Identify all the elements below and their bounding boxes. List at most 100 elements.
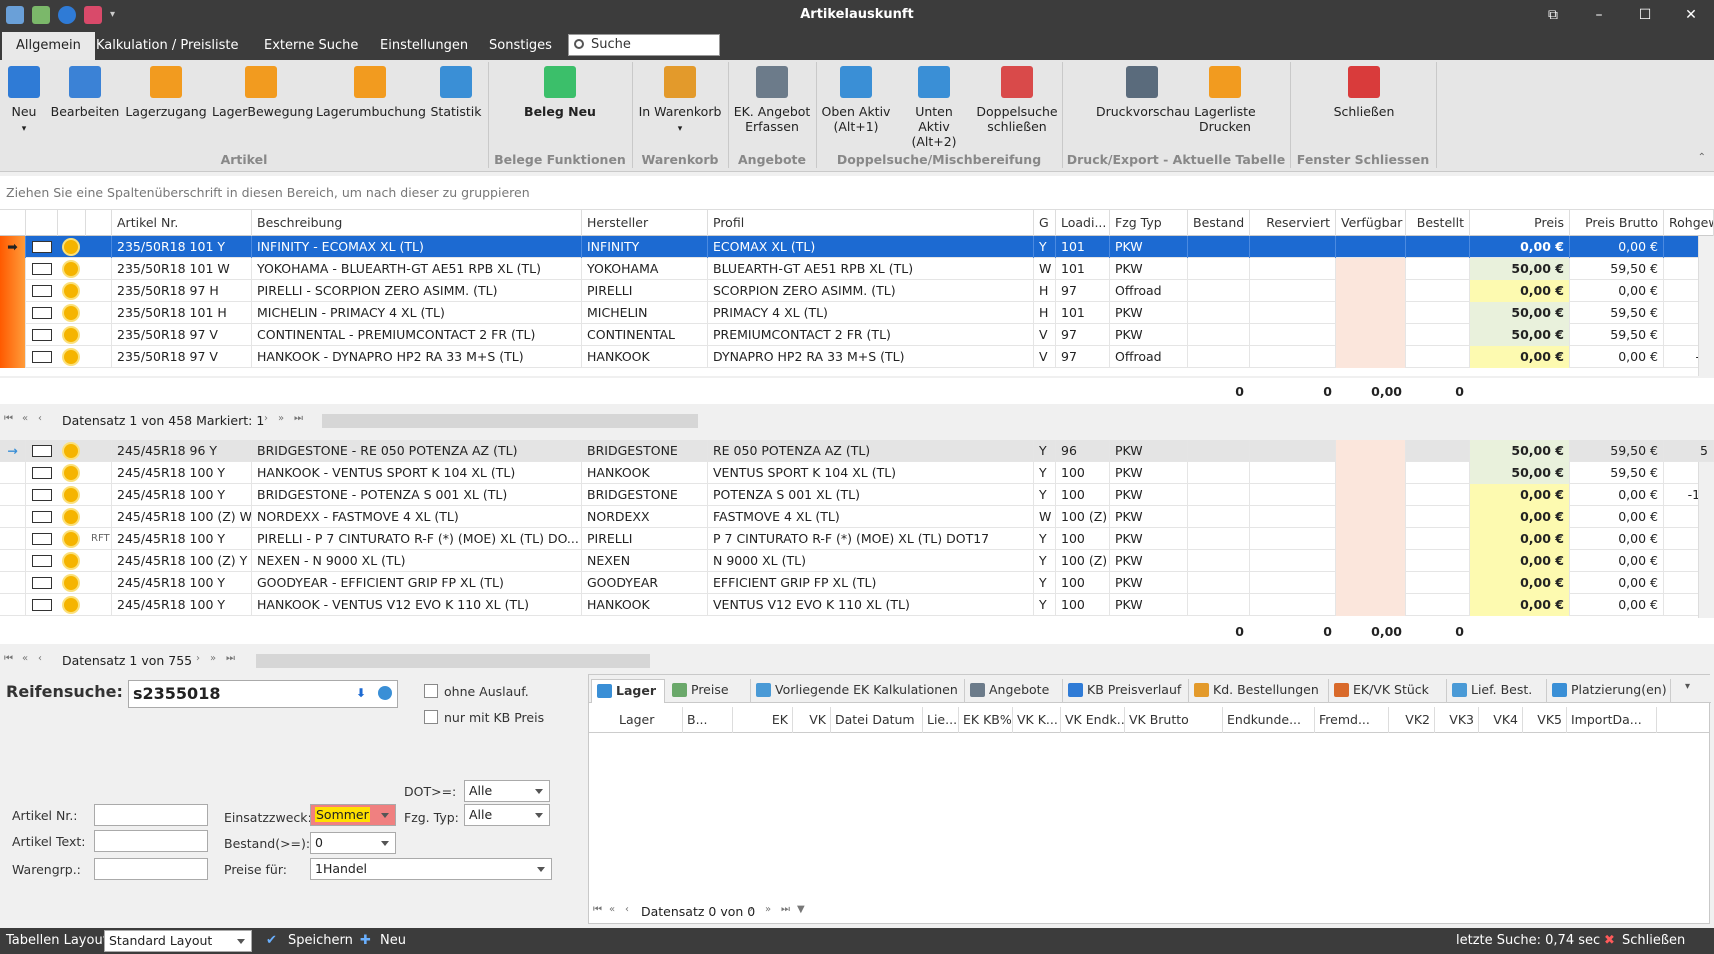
- column-header[interactable]: Reserviert: [1250, 210, 1336, 236]
- horizontal-scrollbar[interactable]: [322, 414, 698, 428]
- prev-record-icon[interactable]: ‹: [38, 653, 42, 664]
- next-page-icon[interactable]: »: [210, 653, 216, 664]
- detail-column-header[interactable]: Lie...: [923, 707, 959, 733]
- table-row[interactable]: 245/45R18 100 Y GOODYEAR - EFFICIENT GRIP…: [0, 572, 1714, 594]
- column-header[interactable]: G: [1034, 210, 1056, 236]
- table-row[interactable]: 235/50R18 101 W YOKOHAMA - BLUEARTH-GT AE…: [0, 258, 1714, 280]
- horizontal-scrollbar[interactable]: [256, 654, 650, 668]
- first-record-icon[interactable]: ⏮: [593, 904, 602, 915]
- group-by-area[interactable]: Ziehen Sie eine Spaltenüberschrift in di…: [0, 176, 1714, 210]
- detail-column-header[interactable]: VK4: [1479, 707, 1523, 733]
- save-layout-button[interactable]: Speichern: [288, 933, 353, 948]
- search-input[interactable]: Suche: [568, 34, 720, 56]
- preise-fuer-select[interactable]: 1Handel: [310, 858, 552, 880]
- detail-column-header[interactable]: VK K...: [1013, 707, 1061, 733]
- detail-column-header[interactable]: EK: [733, 707, 793, 733]
- tab-lief-best[interactable]: Lief. Best.: [1447, 679, 1547, 703]
- column-header[interactable]: Bestand: [1188, 210, 1250, 236]
- prev-page-icon[interactable]: «: [609, 904, 615, 915]
- table-row[interactable]: 245/45R18 100 Y BRIDGESTONE - POTENZA S 0…: [0, 484, 1714, 506]
- next-record-icon[interactable]: ›: [196, 653, 200, 664]
- doppelsuche-schliessen-button[interactable]: Doppelsuche schließen: [976, 66, 1058, 134]
- column-header[interactable]: Hersteller: [582, 210, 708, 236]
- detail-column-header[interactable]: VK3: [1435, 707, 1479, 733]
- tab-sonstiges[interactable]: Sonstiges: [475, 32, 566, 60]
- ribbon-collapse-icon[interactable]: ⌃: [1698, 152, 1706, 163]
- column-header[interactable]: Beschreibung: [252, 210, 582, 236]
- detail-column-header[interactable]: VK Endk...: [1061, 707, 1125, 733]
- tab-einstellungen[interactable]: Einstellungen: [366, 32, 482, 60]
- row-select-checkbox[interactable]: [32, 577, 52, 589]
- bestand-select[interactable]: 0: [310, 832, 396, 854]
- arrow-down-icon[interactable]: ⬇: [356, 686, 366, 700]
- next-record-icon[interactable]: ›: [749, 904, 753, 915]
- row-select-checkbox[interactable]: [32, 445, 52, 457]
- next-page-icon[interactable]: »: [278, 413, 284, 424]
- column-header[interactable]: Loadi...: [1056, 210, 1110, 236]
- row-select-checkbox[interactable]: [32, 351, 52, 363]
- in-warenkorb-button[interactable]: In Warenkorb ▾: [636, 66, 724, 137]
- detail-column-header[interactable]: EK KB%: [959, 707, 1013, 733]
- ek-angebot-button[interactable]: EK. Angebot Erfassen: [732, 66, 812, 134]
- druckvorschau-button[interactable]: Druckvorschau: [1096, 66, 1190, 119]
- fzg-typ-select[interactable]: Alle: [464, 804, 550, 826]
- row-select-checkbox[interactable]: [32, 329, 52, 341]
- detail-column-header[interactable]: VK2: [1389, 707, 1435, 733]
- detail-column-header[interactable]: Lager: [615, 707, 683, 733]
- column-header[interactable]: Rohgew: [1664, 210, 1714, 236]
- detail-column-header[interactable]: ImportDa...: [1567, 707, 1657, 733]
- column-header[interactable]: Profil: [708, 210, 1034, 236]
- table-row[interactable]: → 245/45R18 96 Y BRIDGESTONE - RE 050 POTE…: [0, 440, 1714, 462]
- table-row[interactable]: 245/45R18 100 Y HANKOOK - VENTUS V12 EVO …: [0, 594, 1714, 616]
- unten-aktiv-button[interactable]: Unten Aktiv (Alt+2): [898, 66, 970, 149]
- edit-button[interactable]: Bearbeiten: [50, 66, 120, 119]
- einsatzzweck-select[interactable]: Sommer: [310, 804, 396, 826]
- lagerumbuchung-button[interactable]: Lagerumbuchung: [316, 66, 426, 119]
- column-header[interactable]: Artikel Nr.: [112, 210, 252, 236]
- row-select-checkbox[interactable]: [32, 285, 52, 297]
- table-layout-select[interactable]: Standard Layout: [104, 930, 252, 952]
- statistik-button[interactable]: Statistik: [428, 66, 484, 119]
- column-header[interactable]: Preis Brutto: [1570, 210, 1664, 236]
- prev-page-icon[interactable]: «: [22, 413, 28, 424]
- table-row[interactable]: 235/50R18 97 V HANKOOK - DYNAPRO HP2 RA 3…: [0, 346, 1714, 368]
- detail-column-header[interactable]: VK Brutto: [1125, 707, 1223, 733]
- row-select-checkbox[interactable]: [32, 467, 52, 479]
- row-select-checkbox[interactable]: [32, 241, 52, 253]
- tab-ekvk-stueck[interactable]: EK/VK Stück: [1329, 679, 1447, 703]
- dot-select[interactable]: Alle: [464, 780, 550, 802]
- new-button[interactable]: Neu ▾: [4, 66, 44, 137]
- tab-allgemein[interactable]: Allgemein: [2, 32, 95, 60]
- row-select-checkbox[interactable]: [32, 533, 52, 545]
- tab-platzierung[interactable]: Platzierung(en): [1547, 679, 1671, 703]
- column-header[interactable]: Fzg Typ: [1110, 210, 1188, 236]
- row-select-checkbox[interactable]: [32, 511, 52, 523]
- beleg-neu-button[interactable]: Beleg Neu: [510, 66, 610, 119]
- globe-icon[interactable]: [378, 686, 392, 700]
- tab-kb-preisverlauf[interactable]: KB Preisverlauf: [1063, 679, 1189, 703]
- maximize-button[interactable]: ☐: [1622, 0, 1668, 30]
- tab-lager[interactable]: Lager: [591, 679, 665, 703]
- row-select-checkbox[interactable]: [32, 489, 52, 501]
- warengruppe-input[interactable]: [94, 858, 208, 880]
- prev-record-icon[interactable]: ‹: [38, 413, 42, 424]
- detail-column-header[interactable]: B...: [683, 707, 733, 733]
- restore-layout-icon[interactable]: ⧉: [1530, 0, 1576, 30]
- row-select-checkbox[interactable]: [32, 555, 52, 567]
- table-row[interactable]: 235/50R18 101 H MICHELIN - PRIMACY 4 XL (…: [0, 302, 1714, 324]
- filter-icon[interactable]: ▼: [797, 904, 805, 915]
- vertical-scrollbar[interactable]: [1698, 236, 1714, 376]
- ohne-auslauf-checkbox[interactable]: [424, 684, 438, 698]
- tab-kalkulation[interactable]: Kalkulation / Preisliste: [82, 32, 253, 60]
- lagerbewegung-button[interactable]: LagerBewegung: [212, 66, 313, 119]
- column-header[interactable]: Preis: [1470, 210, 1570, 236]
- first-record-icon[interactable]: ⏮: [4, 413, 13, 424]
- schliessen-ribbon-button[interactable]: Schließen: [1328, 66, 1400, 119]
- artikel-text-input[interactable]: [94, 830, 208, 852]
- last-record-icon[interactable]: ⏭: [294, 413, 303, 424]
- prev-page-icon[interactable]: «: [22, 653, 28, 664]
- nur-kb-preis-checkbox[interactable]: [424, 710, 438, 724]
- detail-column-header[interactable]: Datei Datum: [831, 707, 923, 733]
- tab-preise[interactable]: Preise: [667, 679, 751, 703]
- table-row[interactable]: 245/45R18 100 (Z) W NORDEXX - FASTMOVE 4 …: [0, 506, 1714, 528]
